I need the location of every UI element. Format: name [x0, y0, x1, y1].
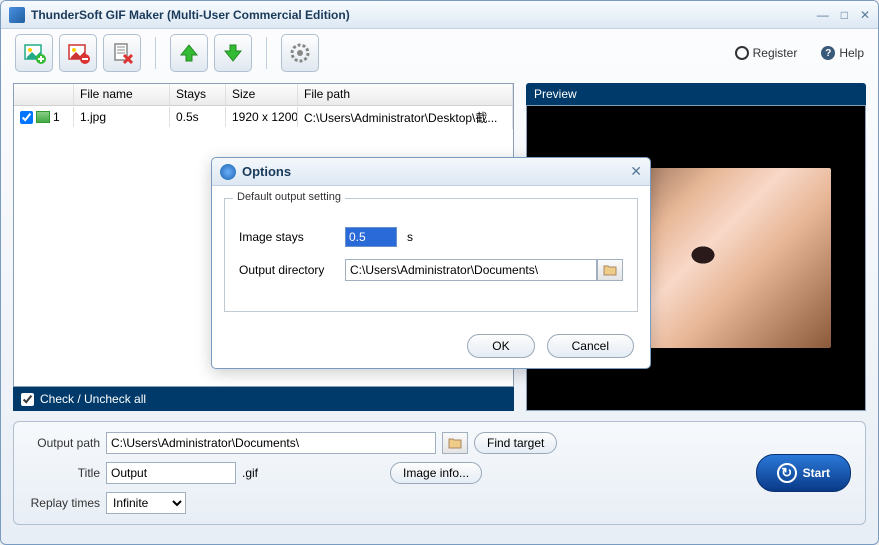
check-all-label: Check / Uncheck all — [40, 392, 146, 406]
image-stays-unit: s — [407, 230, 413, 244]
image-stays-input[interactable] — [345, 227, 397, 247]
find-target-button[interactable]: Find target — [474, 432, 557, 454]
dialog-title: Options — [242, 164, 630, 179]
ok-button[interactable]: OK — [467, 334, 534, 358]
table-row[interactable]: 1 1.jpg 0.5s 1920 x 1200 C:\Users\Admini… — [14, 106, 513, 128]
col-filepath[interactable]: File path — [298, 84, 513, 105]
clear-list-button[interactable] — [103, 34, 141, 72]
check-all-bar: Check / Uncheck all — [13, 387, 514, 411]
fieldset-legend: Default output setting — [233, 191, 345, 203]
list-header: File name Stays Size File path — [14, 84, 513, 106]
dialog-titlebar: Options ✕ — [212, 158, 650, 186]
maximize-button[interactable]: □ — [841, 8, 848, 22]
replay-label: Replay times — [28, 496, 100, 510]
help-link[interactable]: ? Help — [821, 46, 864, 60]
register-label: Register — [753, 46, 798, 60]
window-title: ThunderSoft GIF Maker (Multi-User Commer… — [31, 8, 817, 22]
dialog-icon — [220, 164, 236, 180]
register-link[interactable]: Register — [735, 46, 798, 60]
default-output-fieldset: Default output setting Image stays s Out… — [224, 198, 638, 312]
col-filename[interactable]: File name — [74, 84, 170, 105]
help-label: Help — [839, 46, 864, 60]
replay-select[interactable]: Infinite — [106, 492, 186, 514]
row-size: 1920 x 1200 — [226, 107, 298, 127]
dialog-close-button[interactable]: ✕ — [630, 163, 642, 180]
title-label: Title — [28, 466, 100, 480]
minimize-button[interactable]: — — [817, 8, 829, 22]
row-filename: 1.jpg — [74, 107, 170, 127]
start-button[interactable]: ↻ Start — [756, 454, 851, 492]
image-icon — [36, 111, 50, 123]
col-size[interactable]: Size — [226, 84, 298, 105]
image-info-button[interactable]: Image info... — [390, 462, 482, 484]
row-index: 1 — [53, 110, 60, 124]
toolbar: Register ? Help — [1, 29, 878, 77]
settings-button[interactable] — [281, 34, 319, 72]
output-dir-label: Output directory — [239, 263, 335, 277]
browse-output-button[interactable] — [442, 432, 468, 454]
options-dialog: Options ✕ Default output setting Image s… — [211, 157, 651, 369]
add-image-button[interactable] — [15, 34, 53, 72]
start-label: Start — [803, 466, 830, 480]
output-path-input[interactable] — [106, 432, 436, 454]
cancel-button[interactable]: Cancel — [547, 334, 634, 358]
titlebar: ThunderSoft GIF Maker (Multi-User Commer… — [1, 1, 878, 29]
title-extension: .gif — [242, 466, 258, 480]
browse-dir-button[interactable] — [597, 259, 623, 281]
col-stays[interactable]: Stays — [170, 84, 226, 105]
start-icon: ↻ — [777, 463, 797, 483]
output-path-label: Output path — [28, 436, 100, 450]
app-icon — [9, 7, 25, 23]
move-down-button[interactable] — [214, 34, 252, 72]
help-icon: ? — [821, 46, 835, 60]
row-stays: 0.5s — [170, 107, 226, 127]
image-stays-label: Image stays — [239, 230, 335, 244]
close-button[interactable]: ✕ — [860, 8, 870, 22]
output-panel: Output path Find target Title .gif Image… — [13, 421, 866, 525]
register-icon — [735, 46, 749, 60]
check-all-checkbox[interactable] — [21, 393, 34, 406]
title-input[interactable] — [106, 462, 236, 484]
move-up-button[interactable] — [170, 34, 208, 72]
remove-image-button[interactable] — [59, 34, 97, 72]
output-dir-input[interactable] — [345, 259, 597, 281]
row-checkbox[interactable] — [20, 111, 33, 124]
preview-title: Preview — [526, 83, 866, 105]
row-filepath: C:\Users\Administrator\Desktop\截... — [298, 106, 513, 129]
main-window: ThunderSoft GIF Maker (Multi-User Commer… — [0, 0, 879, 545]
